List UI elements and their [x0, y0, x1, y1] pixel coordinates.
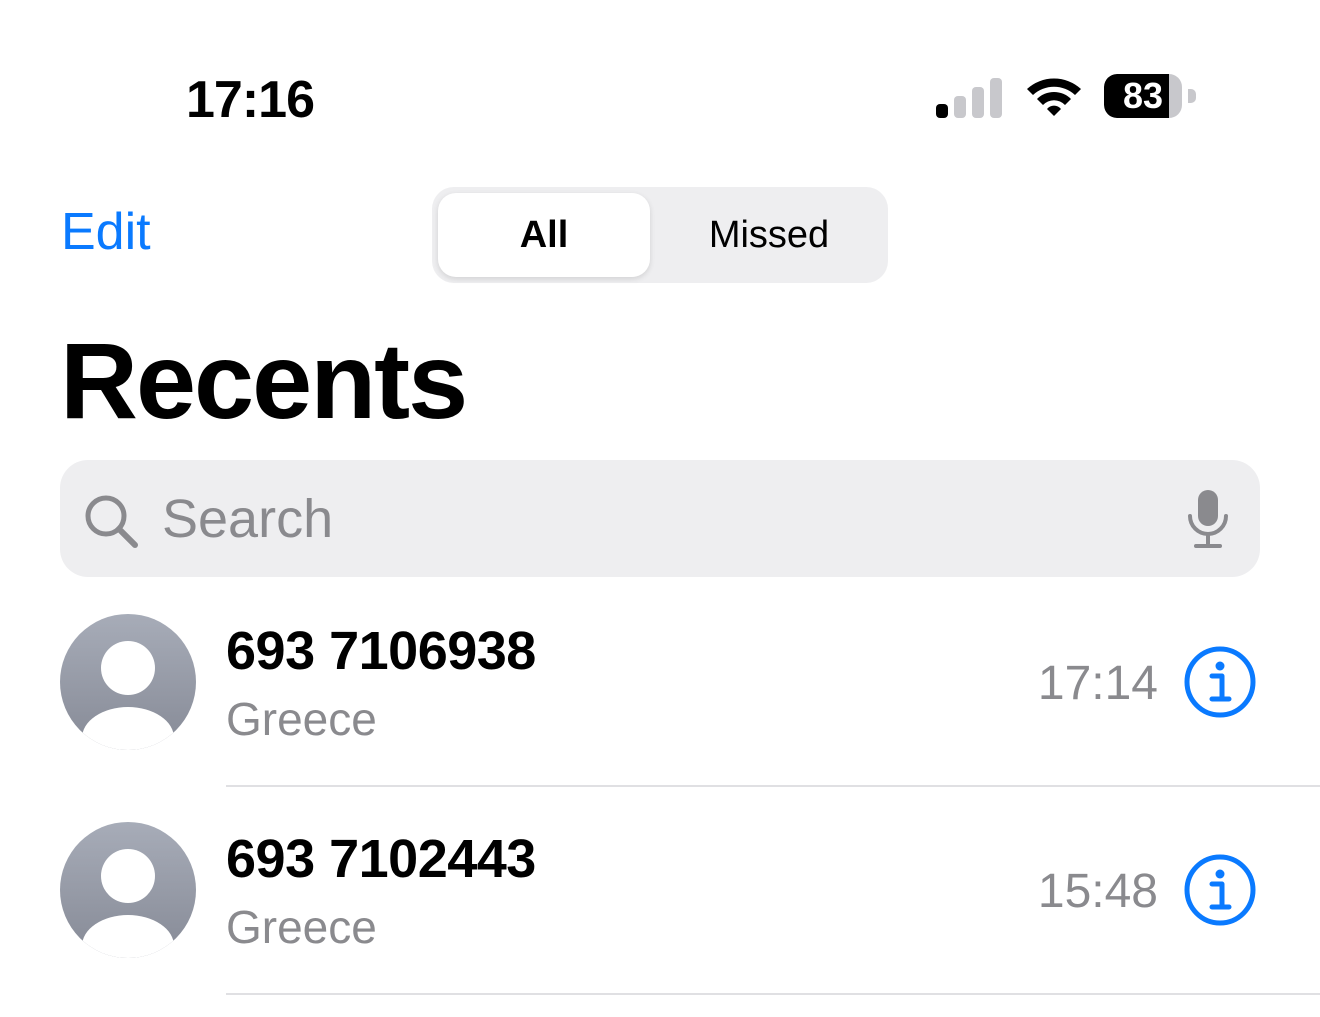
call-row[interactable]: 693 7102443 Greece 15:48	[0, 808, 1320, 1016]
info-icon[interactable]	[1182, 644, 1258, 720]
call-row[interactable]: 693 7106938 Greece 17:14	[0, 600, 1320, 808]
filter-segmented-control: All Missed	[432, 187, 888, 283]
search-input[interactable]	[160, 478, 1164, 560]
microphone-icon[interactable]	[1184, 488, 1232, 550]
caller-location: Greece	[226, 693, 377, 745]
search-icon	[85, 495, 138, 548]
caller-location: Greece	[226, 901, 377, 953]
page-title: Recents	[60, 320, 468, 441]
battery-indicator: 83	[1104, 74, 1182, 118]
segment-missed[interactable]: Missed	[656, 193, 882, 277]
battery-cap	[1188, 89, 1196, 103]
segment-all[interactable]: All	[438, 193, 650, 277]
row-divider	[226, 993, 1320, 995]
caller-number: 693 7106938	[226, 621, 536, 681]
call-time: 15:48	[1037, 865, 1158, 918]
caller-number: 693 7102443	[226, 829, 536, 889]
battery-level: 83	[1122, 75, 1164, 116]
status-time: 17:16	[186, 71, 315, 129]
wifi-icon	[1027, 78, 1081, 116]
row-divider	[226, 785, 1320, 787]
edit-button[interactable]: Edit	[61, 202, 151, 262]
search-bar	[60, 460, 1260, 577]
phone-recents-screen: 17:16 83 Edit All Missed Recents Search …	[0, 0, 1320, 1017]
cellular-signal-icon	[936, 78, 1002, 118]
call-time: 17:14	[1037, 657, 1158, 710]
person-placeholder-icon	[60, 614, 196, 750]
person-placeholder-icon	[60, 822, 196, 958]
info-icon[interactable]	[1182, 852, 1258, 928]
